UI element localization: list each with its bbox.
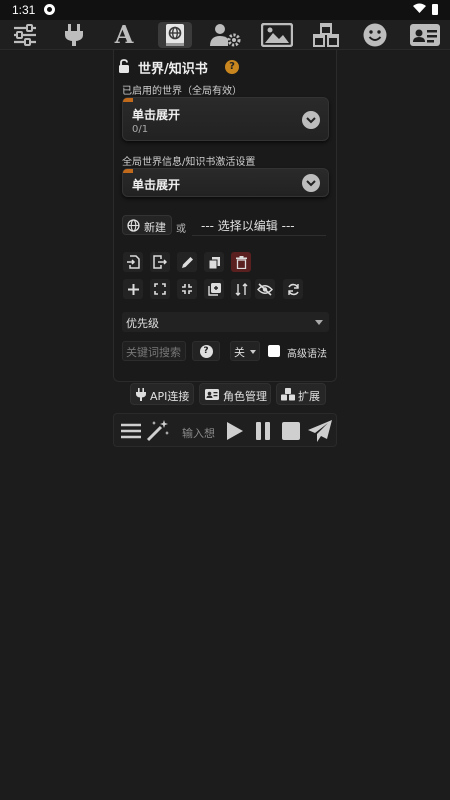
duplicate-icon[interactable] (204, 252, 224, 272)
drawer-title: 单击展开 (132, 108, 181, 122)
sliders-icon[interactable] (8, 22, 42, 48)
plug-icon (136, 388, 146, 401)
extensions-button[interactable]: 扩展 (276, 383, 326, 405)
stop-icon[interactable] (278, 418, 304, 444)
new-world-button[interactable]: 新建 (122, 215, 172, 235)
smile-icon[interactable] (358, 22, 392, 48)
bottom-tool-bar: API连接 角色管理 扩展 (130, 381, 328, 407)
cubes-icon[interactable] (309, 22, 343, 48)
chevron-down-icon[interactable] (302, 111, 320, 129)
rename-icon[interactable] (177, 252, 197, 272)
globe-icon (127, 219, 140, 232)
user-gear-icon[interactable] (209, 22, 243, 48)
play-icon[interactable] (222, 418, 248, 444)
magic-wand-icon[interactable] (145, 418, 171, 444)
global-settings-label: 全局世界信息/知识书激活设置 (122, 157, 256, 168)
active-worlds-label: 已启用的世界（全局有效） (122, 86, 242, 97)
compress-icon[interactable] (177, 279, 197, 299)
message-input[interactable]: 输入想 (182, 425, 215, 441)
top-nav: A (0, 20, 450, 50)
export-icon[interactable] (150, 252, 170, 272)
panel-header: 世界/知识书 ? (114, 58, 338, 77)
case-sensitive-value: 关 (234, 346, 245, 359)
chat-input-bar: 输入想 (113, 413, 337, 447)
cubes-icon (281, 388, 295, 401)
expand-icon[interactable] (150, 279, 170, 299)
panel-title: 世界/知识书 (138, 62, 208, 77)
book-atlas-icon[interactable] (158, 22, 192, 48)
record-indicator-icon (44, 4, 55, 15)
keyword-search-input[interactable]: 关键词搜索 (122, 341, 186, 361)
sort-order-select[interactable]: 优先级 (122, 312, 329, 332)
wifi-icon (413, 3, 426, 13)
active-worlds-drawer[interactable]: 单击展开 0/1 (122, 97, 329, 141)
image-icon[interactable] (260, 22, 294, 48)
extensions-label: 扩展 (298, 390, 320, 403)
character-management-label: 角色管理 (223, 390, 267, 403)
api-connection-label: API连接 (150, 390, 190, 403)
character-management-button[interactable]: 角色管理 (199, 383, 271, 405)
question-icon: ? (199, 344, 213, 358)
sort-order-value: 优先级 (126, 317, 159, 330)
caret-down-icon (315, 320, 323, 325)
drawer-accent (123, 169, 133, 173)
caret-down-icon (250, 350, 256, 354)
search-help-button[interactable]: ? (192, 341, 220, 361)
refresh-icon[interactable] (283, 279, 303, 299)
drawer-title: 单击展开 (132, 178, 181, 192)
case-sensitive-select[interactable]: 关 (230, 341, 260, 361)
battery-icon (432, 4, 438, 15)
chevron-down-icon[interactable] (302, 174, 320, 192)
active-worlds-count: 0/1 (132, 124, 149, 135)
eye-slash-icon[interactable] (255, 279, 275, 299)
id-card-icon[interactable] (408, 22, 442, 48)
id-card-icon (205, 389, 219, 400)
world-info-panel: 世界/知识书 ? 已启用的世界（全局有效） 单击展开 0/1 全局世界信息/知识… (113, 50, 337, 382)
drawer-accent (123, 98, 133, 102)
import-icon[interactable] (123, 252, 143, 272)
plus-icon[interactable] (123, 279, 143, 299)
api-connection-button[interactable]: API连接 (130, 383, 194, 405)
advanced-syntax-checkbox[interactable] (268, 345, 280, 357)
pause-icon[interactable] (250, 418, 276, 444)
sort-icon[interactable] (231, 279, 251, 299)
or-text: 或 (176, 224, 186, 235)
global-settings-drawer[interactable]: 单击展开 (122, 168, 329, 197)
delete-icon[interactable] (231, 252, 251, 272)
status-time: 1:31 (12, 3, 36, 17)
status-bar: 1:31 (0, 0, 450, 20)
font-icon[interactable]: A (107, 22, 141, 48)
help-icon[interactable]: ? (225, 60, 239, 74)
options-menu-icon[interactable] (118, 418, 144, 444)
advanced-syntax-label: 高级语法 (287, 349, 327, 360)
backfill-icon[interactable] (204, 279, 224, 299)
unlock-icon[interactable] (118, 59, 130, 73)
plug-icon[interactable] (57, 22, 91, 48)
new-button-label: 新建 (144, 221, 166, 234)
world-editor-select[interactable]: --- 选择以编辑 --- (192, 212, 326, 236)
send-icon[interactable] (307, 418, 333, 444)
